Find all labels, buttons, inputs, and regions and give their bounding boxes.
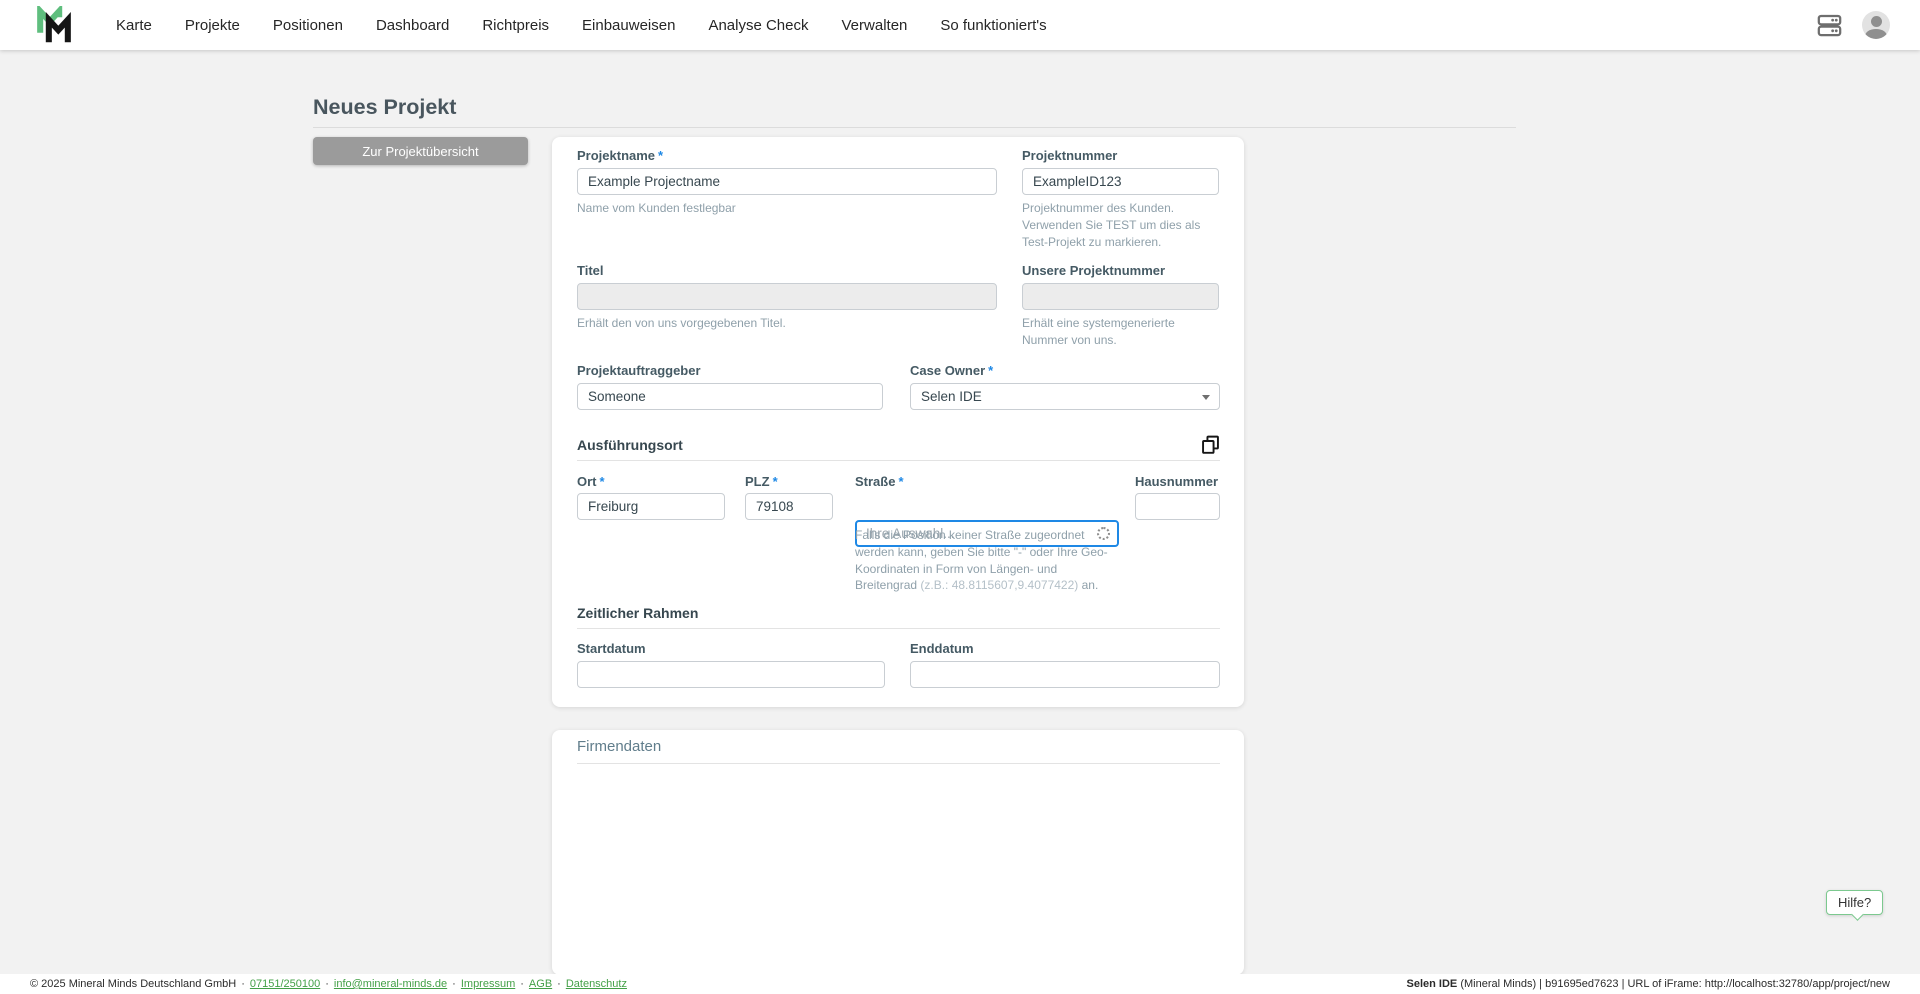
footer-left: © 2025 Mineral Minds Deutschland GmbH · … — [30, 978, 627, 990]
startdatum-label: Startdatum — [577, 641, 646, 656]
chevron-down-icon — [1202, 395, 1210, 400]
projektnummer-input[interactable] — [1022, 168, 1219, 195]
topbar-actions — [1816, 11, 1890, 39]
firmendaten-card: Firmendaten — [552, 730, 1244, 975]
case-owner-select[interactable]: Selen IDE — [910, 383, 1220, 410]
server-stack-icon[interactable] — [1816, 12, 1843, 39]
hausnummer-label: Hausnummer — [1135, 474, 1218, 489]
projektnummer-label: Projektnummer — [1022, 148, 1117, 163]
required-marker: * — [898, 474, 903, 489]
required-marker: * — [658, 148, 663, 163]
ort-input[interactable] — [577, 493, 725, 520]
hausnummer-input[interactable] — [1135, 493, 1220, 520]
titel-label: Titel — [577, 263, 604, 278]
footer-link-datenschutz[interactable]: Datenschutz — [566, 978, 627, 990]
projektname-label: Projektname* — [577, 148, 663, 163]
required-marker: * — [600, 474, 605, 489]
projektname-helper: Name vom Kunden festlegbar — [577, 200, 997, 217]
mineral-minds-logo-icon[interactable] — [34, 6, 74, 44]
help-button[interactable]: Hilfe? — [1826, 890, 1883, 915]
ort-label: Ort* — [577, 474, 605, 489]
plz-label: PLZ* — [745, 474, 778, 489]
projektauftraggeber-label: Projektauftraggeber — [577, 363, 701, 378]
nav-projekte[interactable]: Projekte — [185, 17, 240, 34]
strasse-helper: Falls die Position keiner Straße zugeord… — [855, 527, 1121, 594]
unsere-projektnummer-label: Unsere Projektnummer — [1022, 263, 1165, 278]
nav-richtpreis[interactable]: Richtpreis — [482, 17, 549, 34]
enddatum-label: Enddatum — [910, 641, 974, 656]
app-root: Karte Projekte Positionen Dashboard Rich… — [0, 0, 1920, 994]
case-owner-value: Selen IDE — [921, 389, 982, 404]
footer-link-impressum[interactable]: Impressum — [461, 978, 515, 990]
main-nav: Karte Projekte Positionen Dashboard Rich… — [116, 17, 1047, 34]
title-divider — [313, 127, 1516, 128]
avatar-head — [1871, 16, 1882, 27]
nav-analyse-check[interactable]: Analyse Check — [708, 17, 808, 34]
nav-positionen[interactable]: Positionen — [273, 17, 343, 34]
case-owner-label: Case Owner* — [910, 363, 993, 378]
help-label: Hilfe? — [1838, 895, 1871, 910]
required-marker: * — [773, 474, 778, 489]
help-bubble-tail — [1851, 908, 1864, 921]
user-avatar-icon[interactable] — [1862, 11, 1890, 39]
titel-input — [577, 283, 997, 310]
top-navigation-bar: Karte Projekte Positionen Dashboard Rich… — [0, 0, 1920, 50]
footer-user: Selen IDE — [1407, 978, 1458, 990]
section-firmendaten-title: Firmendaten — [577, 738, 661, 755]
nav-so-funktionierts[interactable]: So funktioniert's — [940, 17, 1046, 34]
nav-einbauweisen[interactable]: Einbauweisen — [582, 17, 675, 34]
footer-session-info: Selen IDE (Mineral Minds) | b91695ed7623… — [1407, 978, 1890, 990]
project-form-card: Projektname* Name vom Kunden festlegbar … — [552, 137, 1244, 707]
nav-karte[interactable]: Karte — [116, 17, 152, 34]
nav-dashboard[interactable]: Dashboard — [376, 17, 449, 34]
page-title: Neues Projekt — [313, 95, 456, 120]
footer-link-agb[interactable]: AGB — [529, 978, 552, 990]
projektnummer-helper: Projektnummer des Kunden. Verwenden Sie … — [1022, 200, 1222, 250]
plz-input[interactable] — [745, 493, 833, 520]
section-ausfuehrungsort-title: Ausführungsort — [577, 437, 683, 453]
strasse-label: Straße* — [855, 474, 904, 489]
avatar-shoulders — [1865, 29, 1887, 39]
unsere-projektnummer-input — [1022, 283, 1219, 310]
section-divider — [577, 763, 1220, 764]
footer: © 2025 Mineral Minds Deutschland GmbH · … — [0, 974, 1920, 994]
titel-helper: Erhält den von uns vorgegebenen Titel. — [577, 315, 997, 332]
section-divider — [577, 460, 1220, 461]
section-divider — [577, 628, 1220, 629]
required-marker: * — [988, 363, 993, 378]
section-zeitlicher-rahmen-title: Zeitlicher Rahmen — [577, 605, 698, 621]
nav-verwalten[interactable]: Verwalten — [842, 17, 908, 34]
footer-link-phone[interactable]: 07151/250100 — [250, 978, 320, 990]
footer-link-email[interactable]: info@mineral-minds.de — [334, 978, 447, 990]
footer-copyright: © 2025 Mineral Minds Deutschland GmbH — [30, 978, 236, 990]
projektname-input[interactable] — [577, 168, 997, 195]
zur-projektuebersicht-button[interactable]: Zur Projektübersicht — [313, 137, 528, 165]
copy-icon[interactable] — [1200, 434, 1221, 455]
enddatum-input[interactable] — [910, 661, 1220, 688]
projektauftraggeber-input[interactable] — [577, 383, 883, 410]
startdatum-input[interactable] — [577, 661, 885, 688]
unsere-projektnummer-helper: Erhält eine systemgenerierte Nummer von … — [1022, 315, 1222, 349]
